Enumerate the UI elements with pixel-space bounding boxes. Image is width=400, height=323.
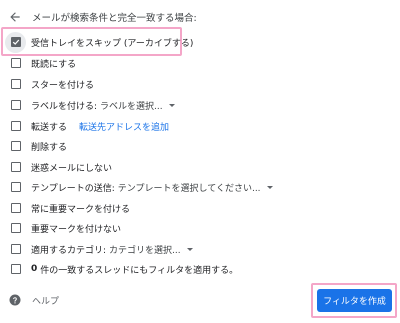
option-label-row: ラベルを付ける: ラベルを選択... xyxy=(31,99,175,112)
help-label: ヘルプ xyxy=(32,296,60,307)
chevron-down-icon xyxy=(168,103,175,107)
create-filter-button[interactable]: フィルタを作成 xyxy=(317,289,392,312)
option-label: 削除する xyxy=(31,142,68,153)
checkbox-send-template[interactable] xyxy=(11,182,21,192)
option-label: 既読にする xyxy=(31,59,77,70)
option-label: スターを付ける xyxy=(31,80,95,91)
checkbox-star[interactable] xyxy=(11,79,21,89)
chevron-down-icon xyxy=(186,247,193,251)
checkbox-apply-existing[interactable] xyxy=(11,264,21,274)
header-title: メールが検索条件と完全一致する場合: xyxy=(32,13,197,24)
checkbox-skip-inbox[interactable] xyxy=(11,37,21,47)
header: メールが検索条件と完全一致する場合: xyxy=(8,8,197,26)
category-select-dropdown[interactable]: カテゴリを選択... xyxy=(109,243,193,256)
checkbox-apply-label[interactable] xyxy=(11,100,21,110)
dropdown-value: カテゴリを選択... xyxy=(109,245,181,256)
checkbox-category[interactable] xyxy=(11,244,21,254)
checkbox-always-important[interactable] xyxy=(11,203,21,213)
chevron-down-icon xyxy=(266,185,273,189)
option-label: 迷惑メールにしない xyxy=(31,163,113,174)
option-label: 転送する xyxy=(31,122,68,133)
checkbox-forward[interactable] xyxy=(11,121,21,131)
matching-thread-count: 0 xyxy=(31,264,38,274)
checkbox-never-important[interactable] xyxy=(11,223,21,233)
label-select-dropdown[interactable]: ラベルを選択... xyxy=(100,99,175,112)
option-label: テンプレートの送信: xyxy=(31,183,115,194)
checkbox-delete[interactable] xyxy=(11,141,21,151)
option-label: 適用するカテゴリ: xyxy=(31,245,107,256)
option-label: ラベルを付ける: xyxy=(31,101,98,112)
option-label-row: 0 件の一致するスレッドにもフィルタを適用する。 xyxy=(31,263,238,276)
help-link[interactable]: ヘルプ xyxy=(9,292,59,308)
option-label: 受信トレイをスキップ (アーカイブする) xyxy=(31,38,194,49)
dropdown-value: テンプレートを選択してください... xyxy=(117,183,261,194)
back-arrow-icon[interactable] xyxy=(8,10,22,24)
option-label: 件の一致するスレッドにもフィルタを適用する。 xyxy=(40,265,239,276)
filter-actions-panel: メールが検索条件と完全一致する場合: 受信トレイをスキップ (アーカイブする) … xyxy=(0,0,400,323)
option-label: 常に重要マークを付ける xyxy=(31,204,131,215)
template-select-dropdown[interactable]: テンプレートを選択してください... xyxy=(118,181,273,194)
option-label-row: 転送する 転送先アドレスを追加 xyxy=(31,120,169,133)
option-label-row: テンプレートの送信: テンプレートを選択してください... xyxy=(31,181,273,194)
option-label: 重要マークを付けない xyxy=(31,224,122,235)
option-label-row: 適用するカテゴリ: カテゴリを選択... xyxy=(31,243,193,256)
checkmark-icon xyxy=(12,39,20,45)
add-forwarding-address-link[interactable]: 転送先アドレスを追加 xyxy=(79,120,169,133)
dropdown-value: ラベルを選択... xyxy=(100,101,163,112)
help-icon xyxy=(9,294,21,306)
checkbox-never-spam[interactable] xyxy=(11,162,21,172)
checkbox-mark-read[interactable] xyxy=(11,58,21,68)
